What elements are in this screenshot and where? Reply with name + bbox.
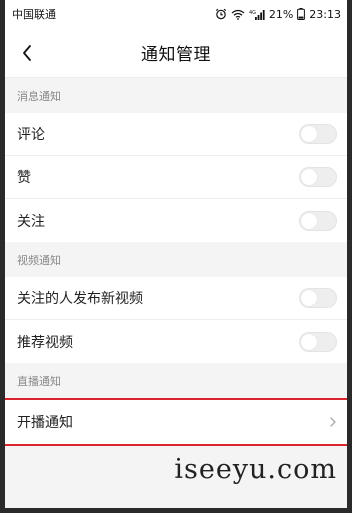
carrier-name: 中国联通 [12,8,56,21]
page-title: 通知管理 [141,45,211,65]
svg-text:4G: 4G [249,10,256,16]
follow-toggle[interactable] [299,210,337,231]
section-header-live: 直播通知 [5,363,347,398]
toggle-knob [301,333,317,350]
setting-label: 开播通知 [17,415,73,431]
toggle-knob [301,290,317,306]
setting-row-followed-new-video: 关注的人发布新视频 [5,277,347,320]
chevron-right-icon [329,416,337,428]
bottom-empty-area: iseeyu.com [5,446,347,508]
section-header-message: 消息通知 [5,78,347,113]
setting-label: 赞 [17,170,31,186]
likes-toggle[interactable] [299,167,337,187]
followed-new-video-toggle[interactable] [299,288,337,308]
setting-label: 关注 [17,213,45,230]
battery-icon [297,8,306,20]
back-arrow-icon[interactable] [17,42,37,64]
watermark-text: iseeyu.com [174,454,337,485]
recommended-video-toggle[interactable] [299,331,337,352]
setting-label: 推荐视频 [17,334,73,351]
toggle-knob [301,126,317,142]
setting-row-recommended-video: 推荐视频 [5,320,347,363]
setting-row-follow: 关注 [5,199,347,242]
setting-label: 关注的人发布新视频 [17,291,143,307]
signal-4g-icon: 4G [249,9,265,20]
section-header-video: 视频通知 [5,242,347,277]
phone-screen: 中国联通 4G 21% 23:13 通知管理 消息通知 评论 赞 关注 视频通知… [0,0,352,513]
setting-label: 评论 [17,127,45,143]
toggle-knob [301,212,317,229]
setting-row-comments: 评论 [5,113,347,156]
navigation-bar: 通知管理 [5,28,347,78]
clock-time: 23:13 [309,7,341,21]
alarm-icon [215,8,227,20]
wifi-icon [231,9,245,20]
battery-percent: 21% [268,7,294,21]
comments-toggle[interactable] [299,124,337,144]
status-icons: 4G 21% 23:13 [215,8,341,21]
setting-row-live-start-notification[interactable]: 开播通知 [5,398,347,446]
status-bar: 中国联通 4G 21% 23:13 [5,0,347,28]
toggle-knob [301,169,317,185]
setting-row-likes: 赞 [5,156,347,199]
